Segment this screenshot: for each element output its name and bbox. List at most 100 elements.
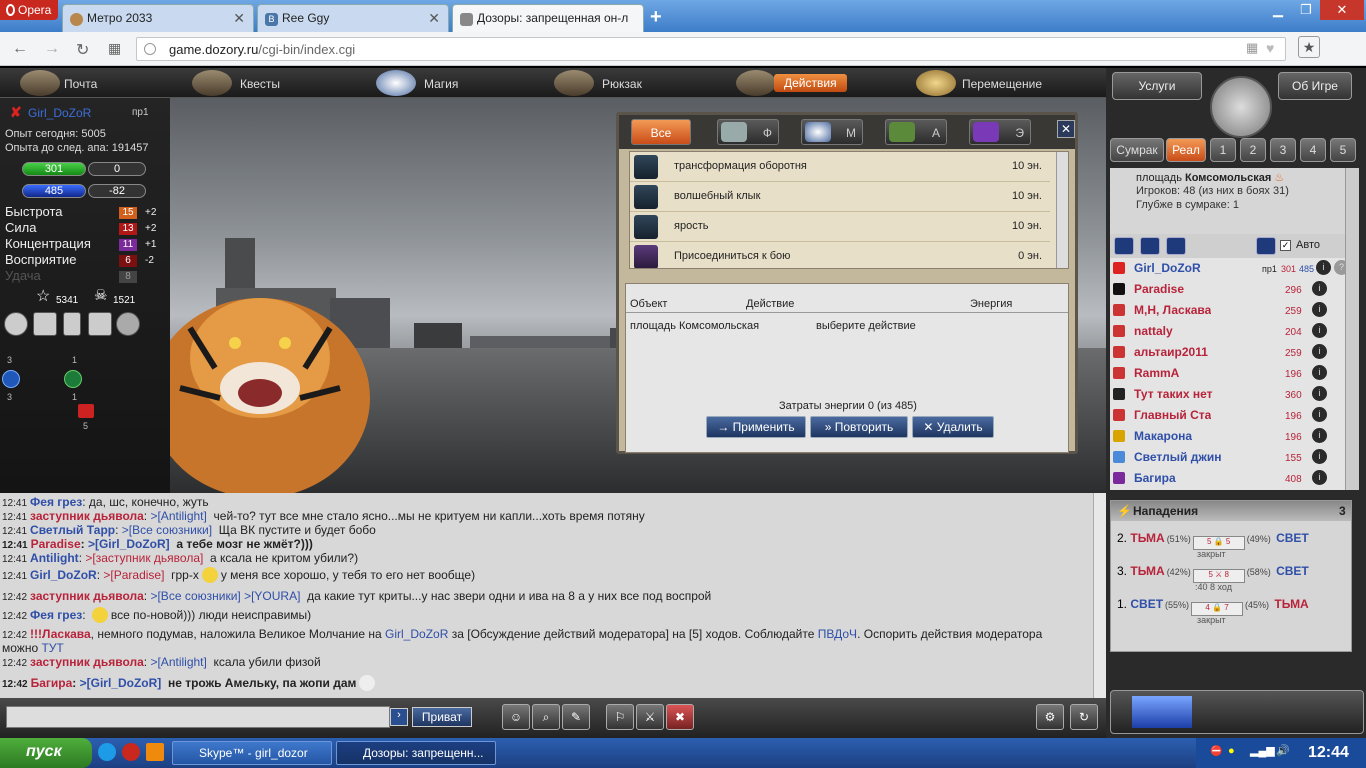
- mode-level-1[interactable]: 1: [1210, 138, 1236, 162]
- scroll-icon[interactable]: [88, 312, 112, 336]
- info-icon: i: [1312, 281, 1327, 296]
- mode-level-3[interactable]: 3: [1270, 138, 1296, 162]
- player-row[interactable]: nattaly 204 i: [1110, 321, 1346, 342]
- tab-elixirs[interactable]: Э: [969, 119, 1031, 145]
- hourglass-icon[interactable]: [63, 312, 81, 336]
- skype-icon[interactable]: [98, 743, 116, 761]
- bookmarks-icon[interactable]: ★: [1298, 36, 1320, 58]
- tab-magic[interactable]: М: [801, 119, 863, 145]
- auto-checkbox[interactable]: ✓: [1280, 240, 1291, 251]
- close-tab-icon[interactable]: ✕: [428, 10, 440, 27]
- menu-backpack[interactable]: Рюкзак: [554, 68, 664, 98]
- player-pair-icon: [634, 185, 658, 209]
- chat-scrollbar[interactable]: [1093, 493, 1106, 698]
- action-item[interactable]: Присоединиться к бою 0 эн.: [630, 242, 1050, 268]
- mode-twilight[interactable]: Сумрак: [1110, 138, 1164, 162]
- clan-icon[interactable]: [4, 312, 28, 336]
- tab-all[interactable]: Все: [631, 119, 691, 145]
- player-row[interactable]: альтаир2011 259 i: [1110, 342, 1346, 363]
- run-icon[interactable]: ⚐: [606, 704, 634, 730]
- filter-moon-icon[interactable]: [1140, 237, 1160, 255]
- apply-button[interactable]: → Применить: [706, 416, 806, 438]
- delete-button[interactable]: ✕ Удалить: [912, 416, 994, 438]
- action-item[interactable]: волшебный клык 10 эн.: [630, 182, 1050, 212]
- tab-physical[interactable]: Ф: [717, 119, 779, 145]
- player-row[interactable]: Главный Ста 196 i: [1110, 405, 1346, 426]
- site-info-icon[interactable]: [144, 43, 156, 55]
- menu-mail[interactable]: Почта: [20, 68, 130, 98]
- forward-icon[interactable]: →: [44, 40, 60, 58]
- services-button[interactable]: Услуги: [1112, 72, 1202, 100]
- player-row[interactable]: RammA 196 i: [1110, 363, 1346, 384]
- attack-row[interactable]: 1. СВЕТ (55%) 4 🔒 7 (45%) ТЬМА: [1117, 597, 1309, 616]
- action-item[interactable]: ярость 10 эн.: [630, 212, 1050, 242]
- window-close-icon[interactable]: ✕: [1320, 0, 1364, 20]
- attack-icon[interactable]: ✖: [666, 704, 694, 730]
- menu-move[interactable]: Перемещение: [916, 68, 1066, 98]
- player-row[interactable]: Макарона 196 i: [1110, 426, 1346, 447]
- about-button[interactable]: Об Игре: [1278, 72, 1352, 100]
- back-icon[interactable]: ←: [12, 40, 28, 58]
- stat-perception-delta: -2: [145, 255, 154, 266]
- player-row[interactable]: Тут таких нет 360 i: [1110, 384, 1346, 405]
- send-button[interactable]: ›: [390, 708, 408, 726]
- player-pair-icon: [634, 155, 658, 179]
- refresh-icon[interactable]: ↻: [1070, 704, 1098, 730]
- tab-dozory[interactable]: Дозоры: запрещенная он-л: [452, 4, 644, 32]
- tools-icon[interactable]: [116, 312, 140, 336]
- speed-dial-icon[interactable]: ▦: [108, 40, 121, 57]
- player-list-scrollbar[interactable]: [1345, 168, 1359, 490]
- player-row[interactable]: Светлый джин 155 i: [1110, 447, 1346, 468]
- swords-icon[interactable]: ⚔: [636, 704, 664, 730]
- url-input[interactable]: game.dozory.ru/cgi-bin/index.cgi: [136, 37, 1286, 61]
- player-row[interactable]: Girl_DoZoR пр1 301 485 i?: [1110, 258, 1349, 279]
- heart-icon[interactable]: ♥: [1266, 40, 1274, 56]
- action-item[interactable]: трансформация оборотня 10 эн.: [630, 152, 1050, 182]
- id-card-icon[interactable]: [33, 312, 57, 336]
- new-tab-button[interactable]: +: [650, 6, 662, 29]
- opera-icon[interactable]: [122, 743, 140, 761]
- mode-level-2[interactable]: 2: [1240, 138, 1266, 162]
- attack-row[interactable]: 2. ТЬМА (51%) 5 🔒 5 (49%) СВЕТ: [1117, 531, 1309, 550]
- filter-refresh-icon[interactable]: [1256, 237, 1276, 255]
- private-button[interactable]: Приват: [412, 707, 472, 727]
- edit-icon[interactable]: ✎: [562, 704, 590, 730]
- reload-icon[interactable]: ↻: [76, 40, 89, 60]
- menu-actions[interactable]: Действия: [736, 68, 866, 98]
- search-icon[interactable]: ⌕: [532, 704, 560, 730]
- mode-level-4[interactable]: 4: [1300, 138, 1326, 162]
- repeat-button[interactable]: » Повторить: [810, 416, 908, 438]
- start-button[interactable]: пуск: [0, 738, 92, 768]
- player-row[interactable]: Багира 408 i: [1110, 468, 1346, 489]
- star-icon: ☆: [36, 288, 51, 305]
- menu-quests[interactable]: Квесты: [192, 68, 302, 98]
- tab-artifacts[interactable]: А: [885, 119, 947, 145]
- chat-input[interactable]: [6, 706, 390, 728]
- vlc-icon[interactable]: [146, 743, 164, 761]
- maximize-icon[interactable]: ❐: [1292, 0, 1320, 20]
- queue-action[interactable]: выберите действие: [816, 320, 916, 332]
- menu-magic[interactable]: Магия: [376, 68, 476, 98]
- grid-icon[interactable]: ▦: [1246, 40, 1258, 56]
- character-name[interactable]: Girl_DoZoR: [28, 106, 91, 120]
- player-row[interactable]: Paradise 296 i: [1110, 279, 1346, 300]
- mode-level-5[interactable]: 5: [1330, 138, 1356, 162]
- taskbar-opera[interactable]: Дозоры: запрещенн...: [336, 741, 496, 765]
- close-tab-icon[interactable]: ✕: [233, 10, 245, 27]
- chat-input-bar: › Приват ☺ ⌕ ✎ ⚐ ⚔ ✖ ⚙ ↻: [0, 698, 1106, 738]
- filter-sword-icon[interactable]: [1166, 237, 1186, 255]
- settings-icon[interactable]: ⚙: [1036, 704, 1064, 730]
- action-list-scrollbar[interactable]: [1056, 152, 1068, 268]
- opera-menu-button[interactable]: Opera: [0, 0, 58, 20]
- player-row[interactable]: М,Н, Ласкава 259 i: [1110, 300, 1346, 321]
- tab-metro[interactable]: Метро 2033 ✕: [62, 4, 254, 32]
- tab-vk[interactable]: B Ree Ggy ✕: [257, 4, 449, 32]
- smiles-icon[interactable]: ☺: [502, 704, 530, 730]
- taskbar-skype[interactable]: Skype™ - girl_dozor: [172, 741, 332, 765]
- mode-real[interactable]: Реал: [1166, 138, 1206, 162]
- attack-row[interactable]: 3. ТЬМА (42%) 5 ⚔ 8 (58%) СВЕТ: [1117, 564, 1309, 583]
- close-dialog-icon[interactable]: ✕: [1057, 120, 1075, 138]
- filter-name-icon[interactable]: [1114, 237, 1134, 255]
- minimize-icon[interactable]: ▁: [1264, 0, 1292, 20]
- appeal-link[interactable]: ТУТ: [41, 641, 63, 655]
